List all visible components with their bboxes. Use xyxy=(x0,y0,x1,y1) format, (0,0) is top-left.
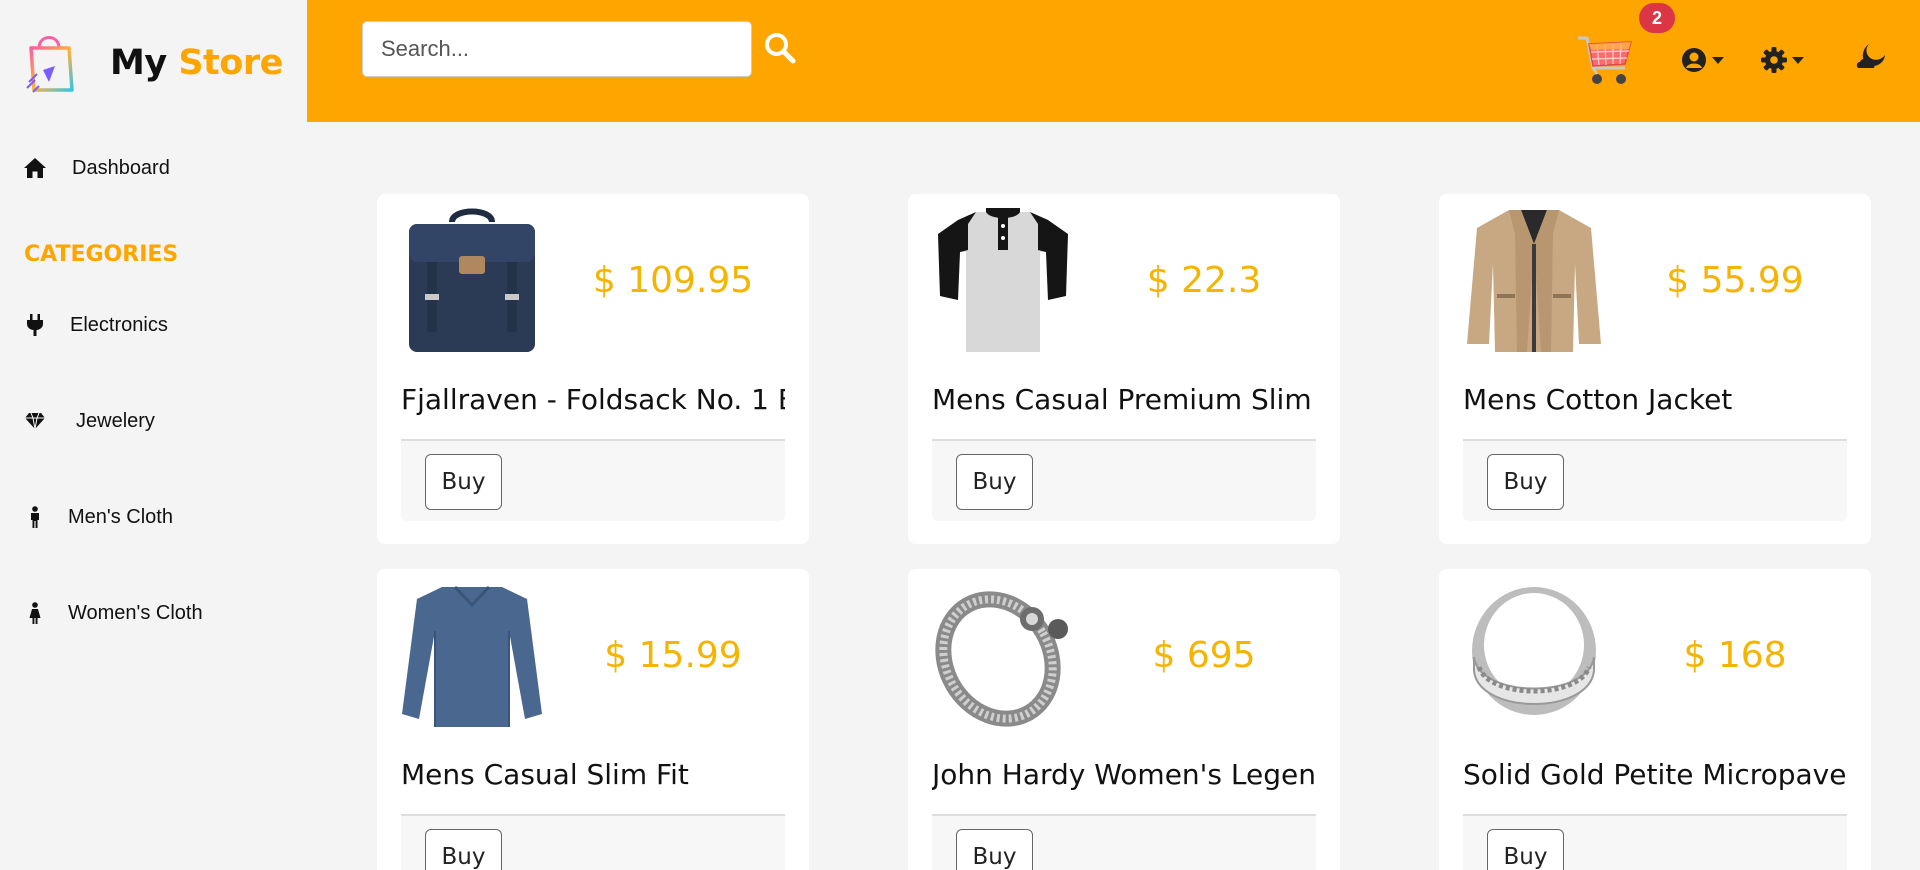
product-title[interactable]: Mens Casual Premium Slim Fit T-Shirts xyxy=(932,383,1316,416)
chevron-down-icon xyxy=(1712,56,1724,64)
card-footer: Buy xyxy=(1463,814,1847,870)
buy-button[interactable]: Buy xyxy=(425,454,502,510)
shopping-bag-logo-icon xyxy=(26,36,74,93)
ring-image xyxy=(1472,587,1596,715)
card-footer: Buy xyxy=(1463,439,1847,521)
cart-icon xyxy=(1578,36,1632,84)
male-person-icon xyxy=(22,504,48,530)
cart-count-badge: 2 xyxy=(1639,3,1675,33)
sidebar-item-mens-cloth[interactable]: Men's Cloth xyxy=(22,504,173,530)
buy-button[interactable]: Buy xyxy=(956,829,1033,870)
settings-menu[interactable] xyxy=(1761,44,1804,76)
product-price: $ 695 xyxy=(1152,635,1256,676)
product-price: $ 55.99 xyxy=(1666,260,1804,301)
top-header: 2 xyxy=(307,0,1920,122)
product-title[interactable]: Mens Casual Slim Fit xyxy=(401,758,785,791)
product-card: $ 15.99 Mens Casual Slim Fit Buy xyxy=(377,569,809,870)
product-title[interactable]: Fjallraven - Foldsack No. 1 Backpack, Fi… xyxy=(401,383,785,416)
backpack-image xyxy=(409,208,535,352)
gear-icon xyxy=(1761,47,1787,73)
product-card: $ 168 Solid Gold Petite Micropave Buy xyxy=(1439,569,1871,870)
sidebar-item-electronics[interactable]: Electronics xyxy=(22,312,168,338)
brand-name-my: My xyxy=(110,43,167,83)
brand-name: My Store xyxy=(110,43,283,83)
tshirt-image xyxy=(938,208,1068,352)
product-title[interactable]: Mens Cotton Jacket xyxy=(1463,383,1847,416)
brand-name-store: Store xyxy=(178,43,283,83)
product-price: $ 22.3 xyxy=(1146,260,1262,301)
product-price: $ 109.95 xyxy=(592,260,754,301)
brand[interactable]: My Store xyxy=(25,30,283,96)
cart-button[interactable] xyxy=(1575,32,1637,92)
product-card: $ 109.95 Fjallraven - Foldsack No. 1 Bac… xyxy=(377,194,809,544)
card-footer: Buy xyxy=(401,814,785,870)
sidebar-item-label: Women's Cloth xyxy=(68,601,203,624)
sidebar-item-dashboard[interactable]: Dashboard xyxy=(22,155,170,181)
moon-cloud-icon xyxy=(1856,42,1885,68)
sidebar-item-label: Electronics xyxy=(70,313,168,336)
product-title[interactable]: John Hardy Women's Legends Naga Bracelet xyxy=(932,758,1316,791)
buy-button[interactable]: Buy xyxy=(956,454,1033,510)
search-input[interactable] xyxy=(362,21,752,77)
categories-heading: CATEGORIES xyxy=(24,242,179,267)
buy-button[interactable]: Buy xyxy=(425,829,502,870)
card-footer: Buy xyxy=(932,439,1316,521)
long-sleeve-image xyxy=(402,585,542,727)
theme-toggle[interactable] xyxy=(1855,40,1887,72)
gem-icon xyxy=(22,408,48,434)
buy-button[interactable]: Buy xyxy=(1487,454,1564,510)
search-icon xyxy=(765,33,796,64)
user-circle-icon xyxy=(1682,48,1706,72)
female-person-icon xyxy=(22,600,48,626)
sidebar-item-label: Men's Cloth xyxy=(68,505,173,528)
sidebar-item-womens-cloth[interactable]: Women's Cloth xyxy=(22,600,203,626)
sidebar-item-label: Jewelery xyxy=(76,409,155,432)
product-card: $ 55.99 Mens Cotton Jacket Buy xyxy=(1439,194,1871,544)
user-menu[interactable] xyxy=(1681,44,1724,76)
product-card: $ 22.3 Mens Casual Premium Slim Fit T-Sh… xyxy=(908,194,1340,544)
product-title[interactable]: Solid Gold Petite Micropave xyxy=(1463,758,1847,791)
plug-icon xyxy=(22,312,48,338)
sidebar: My Store Dashboard CATEGORIES Electronic… xyxy=(0,0,307,870)
card-footer: Buy xyxy=(932,814,1316,870)
bracelet-image xyxy=(935,591,1068,727)
sidebar-item-jewelery[interactable]: Jewelery xyxy=(22,408,155,434)
home-icon xyxy=(22,155,48,181)
jacket-image xyxy=(1467,210,1601,352)
product-price: $ 168 xyxy=(1683,635,1787,676)
chevron-down-icon xyxy=(1792,56,1804,64)
card-footer: Buy xyxy=(401,439,785,521)
search-button[interactable] xyxy=(762,30,798,66)
sidebar-item-dashboard-label: Dashboard xyxy=(72,156,170,179)
buy-button[interactable]: Buy xyxy=(1487,829,1564,870)
product-card: $ 695 John Hardy Women's Legends Naga Br… xyxy=(908,569,1340,870)
product-price: $ 15.99 xyxy=(604,635,742,676)
